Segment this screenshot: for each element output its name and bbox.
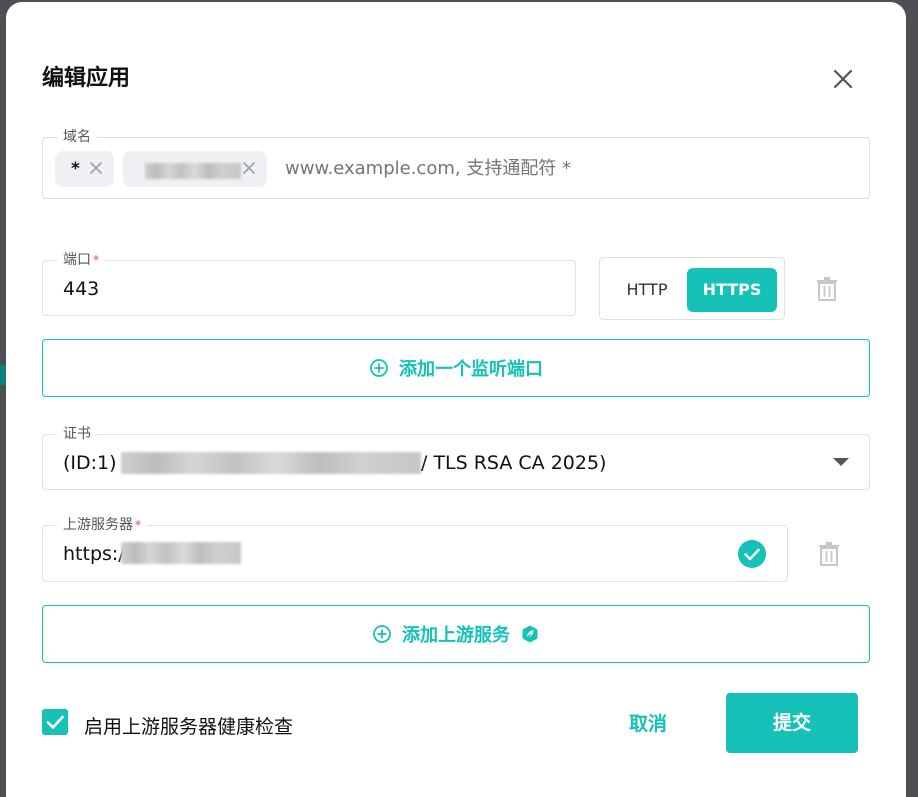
domain-tag bbox=[123, 151, 267, 187]
upstream-value: https:/ bbox=[63, 543, 125, 565]
health-check-checkbox[interactable] bbox=[42, 709, 68, 735]
protocol-http-option[interactable]: HTTP bbox=[612, 268, 682, 312]
domain-tag-text: * bbox=[71, 159, 80, 179]
plus-circle-icon bbox=[370, 359, 388, 377]
add-upstream-button[interactable]: 添加上游服务 bbox=[42, 605, 870, 663]
add-listen-port-button[interactable]: 添加一个监听端口 bbox=[42, 339, 870, 397]
protocol-https-option[interactable]: HTTPS bbox=[687, 268, 777, 312]
required-mark: * bbox=[135, 518, 141, 532]
required-mark: * bbox=[93, 253, 99, 267]
close-icon[interactable] bbox=[826, 62, 860, 96]
dialog-title: 编辑应用 bbox=[42, 66, 131, 91]
domain-input[interactable] bbox=[283, 157, 847, 180]
delete-upstream-icon[interactable] bbox=[818, 541, 840, 567]
add-listen-port-label: 添加一个监听端口 bbox=[399, 359, 543, 380]
certificate-label: 证书 bbox=[57, 425, 97, 443]
domain-tag: * bbox=[55, 151, 114, 187]
plus-circle-icon bbox=[373, 625, 391, 643]
redacted-text bbox=[121, 542, 241, 564]
certificate-select[interactable]: 证书 (ID:1) / TLS RSA CA 2025) bbox=[42, 425, 870, 490]
health-check-label: 启用上游服务器健康检查 bbox=[84, 716, 294, 738]
redacted-text bbox=[121, 452, 421, 474]
upstream-field[interactable]: 上游服务器 * https:/ bbox=[42, 516, 788, 582]
protocol-toggle: HTTP HTTPS bbox=[599, 257, 785, 320]
delete-port-icon[interactable] bbox=[816, 276, 838, 302]
submit-button[interactable]: 提交 bbox=[726, 693, 858, 753]
domain-label: 域名 bbox=[57, 128, 97, 146]
port-field[interactable]: 端口 * 443 bbox=[42, 251, 576, 316]
cancel-button[interactable]: 取消 bbox=[606, 699, 690, 749]
port-label: 端口 * bbox=[57, 251, 105, 269]
add-upstream-label: 添加上游服务 bbox=[402, 625, 510, 646]
domain-field[interactable]: 域名 * bbox=[42, 128, 870, 199]
chevron-down-icon[interactable] bbox=[833, 458, 849, 466]
redacted-text bbox=[145, 163, 241, 179]
remove-tag-icon[interactable] bbox=[240, 159, 258, 177]
upstream-label: 上游服务器 * bbox=[57, 516, 147, 534]
leaf-badge-icon bbox=[522, 625, 538, 643]
certificate-id: (ID:1) bbox=[63, 452, 117, 474]
edit-app-dialog: 编辑应用 域名 * 端口* 443 HTTP HTTPS bbox=[6, 2, 906, 797]
certificate-value: / TLS RSA CA 2025) bbox=[421, 452, 607, 474]
check-circle-icon bbox=[738, 540, 766, 568]
remove-tag-icon[interactable] bbox=[87, 159, 105, 177]
port-value: 443 bbox=[63, 278, 100, 300]
